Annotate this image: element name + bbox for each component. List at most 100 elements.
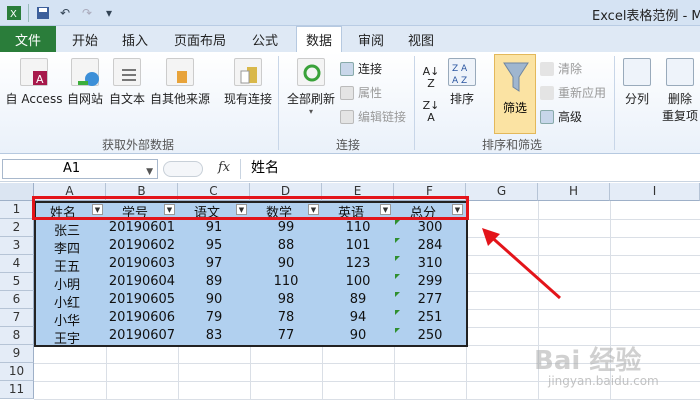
table-cell[interactable]: 王五 [34,256,106,275]
edit-links-button[interactable]: 编辑链接 [340,108,406,125]
table-cell[interactable]: 94 [322,310,394,328]
sort-filter-group-label: 排序和筛选 [482,138,543,152]
error-indicator-icon [395,238,400,243]
table-cell[interactable]: 20190606 [106,310,178,328]
table-cell[interactable]: 78 [250,310,322,328]
formula-input[interactable]: 姓名 [240,159,698,179]
table-cell[interactable]: 300 [394,220,466,238]
table-cell[interactable]: 110 [322,220,394,238]
row-header-3[interactable]: 3 [0,237,34,255]
table-cell[interactable]: 20190604 [106,274,178,292]
table-cell[interactable]: 97 [178,256,250,274]
sort-za-button[interactable]: Z↓ A [420,100,442,124]
formula-bar-handle[interactable] [163,161,203,177]
svg-text:X: X [10,9,17,20]
row-header-5[interactable]: 5 [0,273,34,291]
sort-az-button[interactable]: A↓ Z [420,66,442,90]
table-cell[interactable]: 250 [394,328,466,346]
from-web-button[interactable]: 自网站 [64,58,106,107]
text-to-columns-button[interactable]: 分列 [620,58,654,107]
refresh-dropdown-icon[interactable]: ▾ [284,107,338,116]
table-cell[interactable]: 89 [322,292,394,310]
tab-formulas[interactable]: 公式 [242,26,288,52]
column-header-g[interactable]: G [466,183,538,201]
tab-view[interactable]: 视图 [398,26,444,52]
select-all-corner[interactable] [0,183,34,201]
group-separator [614,56,615,150]
table-cell[interactable]: 310 [394,256,466,274]
tab-review[interactable]: 审阅 [348,26,394,52]
row-header-2[interactable]: 2 [0,219,34,237]
tab-page-layout[interactable]: 页面布局 [168,26,232,52]
table-cell[interactable]: 小明 [34,274,106,293]
filter-button[interactable]: 筛选 [494,54,536,134]
table-cell[interactable]: 20190602 [106,238,178,256]
refresh-all-button[interactable]: 全部刷新 ▾ [284,58,338,116]
from-other-sources-label: 自其他来源 [149,92,210,106]
row-header-4[interactable]: 4 [0,255,34,273]
table-cell[interactable]: 88 [250,238,322,256]
remove-duplicates-button[interactable]: 删除 重复项 [660,58,700,124]
tab-insert[interactable]: 插入 [112,26,158,52]
excel-logo-icon[interactable]: X [4,3,24,23]
from-text-button[interactable]: 自文本 [106,58,148,107]
table-cell[interactable]: 李四 [34,238,106,257]
table-cell[interactable]: 90 [322,328,394,346]
row-header-11[interactable]: 11 [0,381,34,399]
reapply-button[interactable]: 重新应用 [540,84,606,101]
column-header-i[interactable]: I [610,183,700,201]
name-box[interactable]: A1 ▼ [2,159,158,179]
table-cell[interactable]: 98 [250,292,322,310]
table-cell[interactable]: 王宇 [34,328,106,347]
row-header-9[interactable]: 9 [0,345,34,363]
table-cell[interactable]: 123 [322,256,394,274]
tab-file[interactable]: 文件 [0,26,56,52]
name-box-dropdown-icon[interactable]: ▼ [146,163,153,181]
tab-data[interactable]: 数据 [296,26,342,52]
table-cell[interactable]: 89 [178,274,250,292]
from-other-sources-button[interactable]: 自其他来源 [148,58,212,107]
table-cell[interactable]: 95 [178,238,250,256]
table-cell[interactable]: 90 [250,256,322,274]
table-cell[interactable]: 101 [322,238,394,256]
table-cell[interactable]: 277 [394,292,466,310]
tab-home[interactable]: 开始 [62,26,108,52]
customize-qat-icon[interactable]: ▾ [99,3,119,23]
from-access-button[interactable]: A 自 Access [4,58,64,107]
undo-icon[interactable]: ↶ [55,3,75,23]
table-cell[interactable]: 83 [178,328,250,346]
table-cell[interactable]: 251 [394,310,466,328]
advanced-button[interactable]: 高级 [540,108,582,125]
table-cell[interactable]: 79 [178,310,250,328]
table-cell[interactable]: 284 [394,238,466,256]
row-header-1[interactable]: 1 [0,201,34,219]
table-cell[interactable]: 20190605 [106,292,178,310]
table-cell[interactable]: 77 [250,328,322,346]
table-cell[interactable]: 小华 [34,310,106,329]
table-cell[interactable]: 91 [178,220,250,238]
row-header-10[interactable]: 10 [0,363,34,381]
save-icon[interactable] [33,3,53,23]
existing-connections-button[interactable]: 现有连接 [222,58,274,107]
table-cell[interactable]: 20190607 [106,328,178,346]
clear-button[interactable]: 清除 [540,60,582,77]
column-header-h[interactable]: H [538,183,610,201]
table-cell[interactable]: 20190603 [106,256,178,274]
table-cell[interactable]: 299 [394,274,466,292]
table-cell[interactable]: 110 [250,274,322,292]
connections-button[interactable]: 连接 [340,60,382,77]
table-cell[interactable]: 90 [178,292,250,310]
sort-button[interactable]: Z A A Z 排序 [446,58,478,107]
row-header-6[interactable]: 6 [0,291,34,309]
row-header-7[interactable]: 7 [0,309,34,327]
remove-duplicates-label-2: 重复项 [661,109,698,123]
table-cell[interactable]: 张三 [34,220,106,239]
table-cell[interactable]: 99 [250,220,322,238]
row-header-8[interactable]: 8 [0,327,34,345]
redo-icon[interactable]: ↷ [77,3,97,23]
table-cell[interactable]: 20190601 [106,220,178,238]
insert-function-icon[interactable]: fx [218,160,230,175]
table-cell[interactable]: 100 [322,274,394,292]
properties-button[interactable]: 属性 [340,84,382,101]
table-cell[interactable]: 小红 [34,292,106,311]
